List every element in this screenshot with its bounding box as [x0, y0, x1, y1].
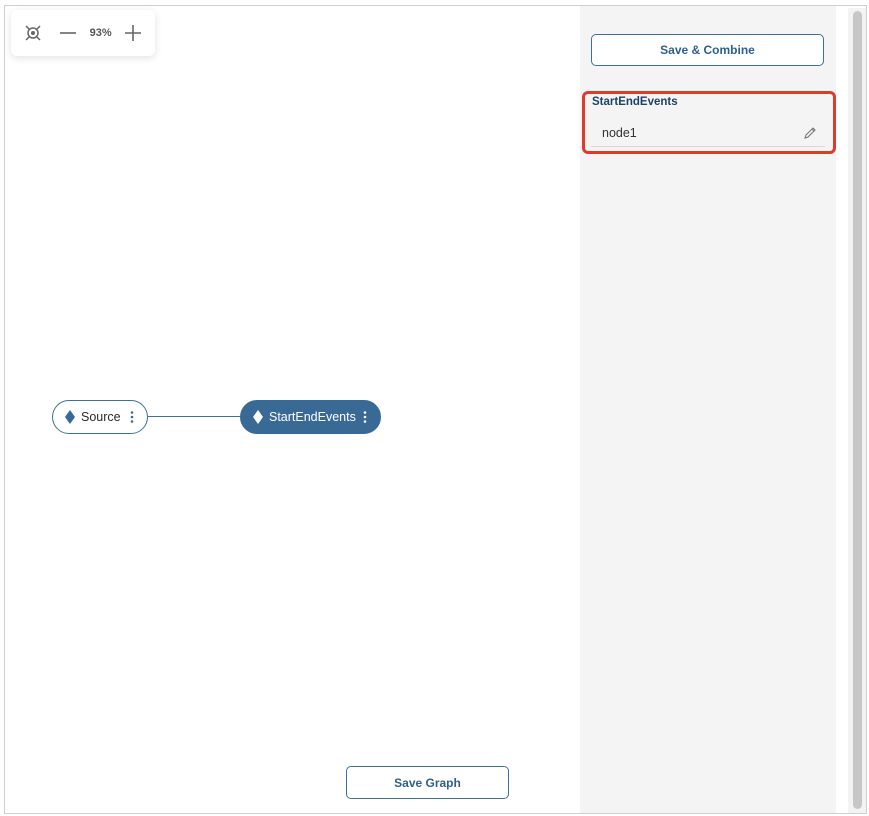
save-graph-button[interactable]: Save Graph — [346, 766, 509, 799]
scrollbar-thumb[interactable] — [853, 11, 862, 809]
graph-canvas[interactable]: 93% Source StartEndEvents Save Graph — [5, 6, 580, 813]
scrollbar[interactable] — [848, 8, 866, 813]
save-combine-button[interactable]: Save & Combine — [591, 34, 824, 66]
graph-edge[interactable] — [148, 416, 240, 417]
diamond-icon — [65, 410, 75, 424]
kebab-menu-icon[interactable] — [129, 411, 135, 423]
app-frame: 93% Source StartEndEvents Save Graph Sav… — [4, 5, 867, 814]
node-label: Source — [81, 410, 121, 424]
fit-to-screen-icon — [25, 25, 41, 41]
zoom-level: 93% — [89, 27, 112, 39]
graph-node-startendevents[interactable]: StartEndEvents — [240, 400, 381, 434]
kebab-menu-icon[interactable] — [362, 411, 368, 423]
zoom-out-button[interactable] — [54, 19, 82, 47]
node-name-row[interactable]: node1 — [591, 120, 825, 147]
fit-to-screen-button[interactable] — [19, 19, 47, 47]
zoom-toolbar: 93% — [11, 10, 155, 56]
section-title: StartEndEvents — [592, 96, 678, 108]
zoom-in-button[interactable] — [119, 19, 147, 47]
node-name: node1 — [602, 126, 637, 140]
graph-node-source[interactable]: Source — [52, 400, 148, 434]
properties-panel: Save & Combine StartEndEvents node1 — [580, 6, 836, 813]
minus-icon — [60, 32, 77, 34]
node-label: StartEndEvents — [269, 410, 356, 424]
pencil-icon[interactable] — [803, 126, 817, 140]
diamond-icon — [253, 410, 263, 424]
plus-icon — [124, 25, 141, 41]
